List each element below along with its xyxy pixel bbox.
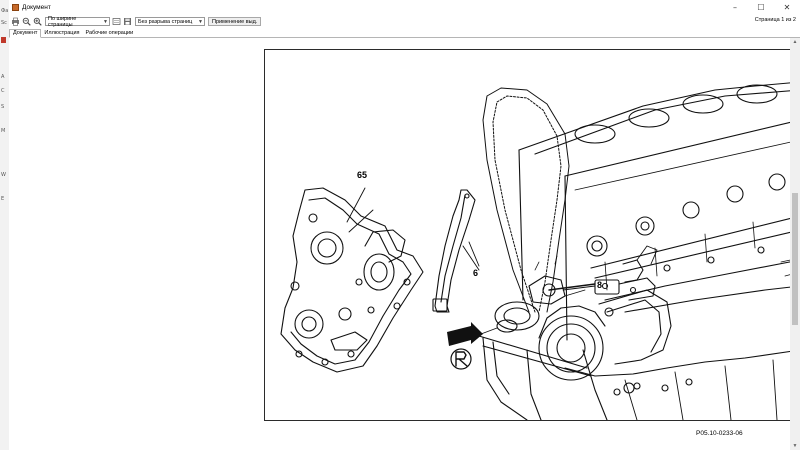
save-icon[interactable] <box>123 17 132 26</box>
strip-label: W <box>1 172 6 178</box>
vertical-scrollbar[interactable]: ▲ ▼ <box>790 38 800 450</box>
illustration-frame: 65 6 8 <box>264 49 800 421</box>
apply-selection-button[interactable]: Применение выд. <box>208 17 262 26</box>
strip-label: E <box>1 196 5 202</box>
engine-block-drawing <box>518 81 800 341</box>
tab-bar: Документ Иллюстрация Рабочие операции <box>9 28 800 38</box>
toolbar: По ширине страницы ▼ Без разрыва страниц… <box>9 15 800 28</box>
dropdown-arrow-icon: ▼ <box>198 18 203 25</box>
page-icon[interactable] <box>112 17 121 26</box>
app-icon <box>12 4 19 11</box>
guide-rail-drawing <box>432 189 480 313</box>
scroll-down-icon[interactable]: ▼ <box>790 442 800 450</box>
strip-label: Sc <box>1 20 7 26</box>
zoom-out-icon[interactable] <box>22 17 31 26</box>
strip-label: M <box>1 128 6 134</box>
page-layout-select-value: Без разрыва страниц <box>138 18 193 25</box>
title-bar: Документ – ☐ ✕ <box>9 0 800 15</box>
arrow-icon <box>447 322 498 346</box>
engine-timing-drawing <box>280 81 800 420</box>
maximize-icon[interactable]: ☐ <box>748 0 774 15</box>
strip-label: A <box>1 74 5 80</box>
dropdown-arrow-icon: ▼ <box>103 18 108 25</box>
tab-document[interactable]: Документ <box>9 29 42 38</box>
tab-work-operations[interactable]: Рабочие операции <box>83 30 137 37</box>
page-layout-select[interactable]: Без разрыва страниц ▼ <box>135 17 205 26</box>
page-indicator: Страница 1 из 2 <box>754 17 796 23</box>
close-icon[interactable]: ✕ <box>774 0 800 15</box>
tool-icon <box>450 348 472 370</box>
zoom-select[interactable]: По ширине страницы ▼ <box>45 15 110 28</box>
print-icon[interactable] <box>11 17 20 26</box>
tab-illustration[interactable]: Иллюстрация <box>41 30 82 37</box>
zoom-in-icon[interactable] <box>33 17 42 26</box>
window-controls: – ☐ ✕ <box>722 0 800 15</box>
strip-label: C <box>1 88 5 94</box>
minimize-icon[interactable]: – <box>722 0 748 15</box>
front-cover-drawing <box>280 187 424 373</box>
strip-label: Фа <box>1 8 9 14</box>
window-title: Документ <box>22 4 51 11</box>
scroll-thumb[interactable] <box>792 193 798 325</box>
oil-pan-drawing <box>482 337 800 420</box>
scroll-up-icon[interactable]: ▲ <box>790 38 800 46</box>
strip-label: S <box>1 104 5 110</box>
callout-8: 8 <box>597 280 603 290</box>
strip-icon <box>1 37 6 43</box>
callout-65: 65 <box>357 170 368 180</box>
callout-6: 6 <box>473 268 479 278</box>
zoom-select-value: По ширине страницы <box>48 15 77 28</box>
document-window: Документ – ☐ ✕ По ширине страницы ▼ Без … <box>9 0 800 450</box>
document-view[interactable]: 65 6 8 P05.10-0233-06 <box>9 38 800 450</box>
figure-code: P05.10-0233-06 <box>696 430 743 437</box>
